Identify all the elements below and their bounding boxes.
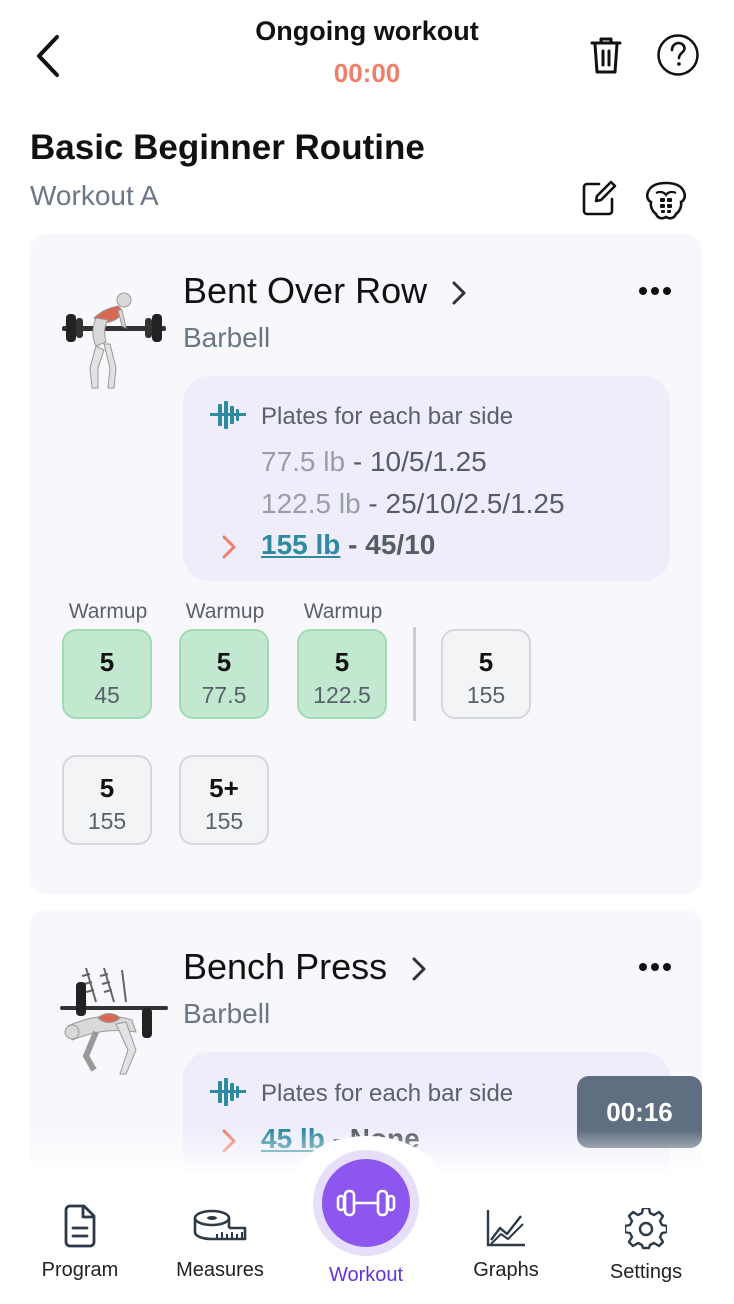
question-circle-icon [657,34,699,76]
set-weight: 122.5 [313,682,371,708]
plate-row-weight: 77.5 lb [261,446,346,477]
set-reps: 5 [99,647,115,677]
more-dots-icon [639,963,671,971]
plates-heading: Plates for each bar side [261,1080,514,1107]
dumbbell-icon [336,1189,396,1217]
exercise-more-button[interactable] [634,952,676,982]
set-weight: 45 [94,682,120,708]
barbell-plates-icon [210,1077,246,1107]
plate-row: 77.5 lb - 10/5/1.25 [261,446,487,478]
set-reps: 5+ [209,773,239,803]
set-reps: 5 [334,647,350,677]
help-button[interactable] [656,33,700,77]
plate-row-plates: 25/10/2.5/1.25 [385,488,565,519]
edit-icon [582,180,617,216]
set-button-warmup[interactable]: 5 45 [62,629,152,719]
more-dots-icon [639,287,671,295]
current-plate-weight-link[interactable]: 155 lb [261,529,340,560]
nav-label: Graphs [473,1259,539,1281]
nav-item-measures[interactable]: Measures [160,1208,280,1282]
plate-row-sep: - [360,488,386,519]
nav-label: Program [41,1259,119,1281]
nav-item-graphs[interactable]: Graphs [446,1208,566,1282]
set-weight: 155 [87,808,127,834]
workout-name: Workout A [30,180,159,211]
exercise-equipment: Barbell [183,998,271,1029]
document-icon [64,1204,96,1248]
exercise-image-bench-press [56,962,172,1075]
chevron-right-icon [452,281,466,305]
muscle-map-button[interactable] [644,178,688,222]
current-plate-row: 155 lb - 45/10 [261,529,435,561]
set-weight: 155 [466,682,506,708]
set-button-warmup[interactable]: 5 122.5 [297,629,387,719]
plate-row-sep: - [345,446,370,477]
set-reps: 5 [216,647,232,677]
set-button-warmup[interactable]: 5 77.5 [179,629,269,719]
exercise-more-button[interactable] [634,276,676,306]
set-button-amrap[interactable]: 5+ 155 [179,755,269,845]
exercise-name[interactable]: Bent Over Row [183,270,427,312]
nav-item-program[interactable]: Program [20,1204,140,1282]
set-label: Warmup [303,600,383,623]
set-reps: 5 [478,647,494,677]
warmup-divider [413,627,416,721]
set-reps: 5 [99,773,115,803]
nav-label-workout: Workout [328,1264,404,1286]
exercise-image-bent-over-row [56,288,172,398]
exercise-equipment: Barbell [183,322,271,353]
trash-icon [590,37,622,74]
set-label: Warmup [185,600,265,623]
muscle-body-icon [645,181,687,220]
exercise-details-button[interactable] [408,954,430,984]
nav-label: Settings [609,1261,683,1283]
current-plate-arrow-icon [220,534,238,560]
plates-heading: Plates for each bar side [261,403,514,430]
set-button[interactable]: 5 155 [441,629,531,719]
plate-row-plates: 10/5/1.25 [369,446,487,477]
delete-workout-button[interactable] [584,32,628,78]
plate-row-weight: 122.5 lb [261,488,361,519]
current-plate-plates: 45/10 [365,529,436,560]
chevron-right-icon [412,957,426,981]
set-button[interactable]: 5 155 [62,755,152,845]
exercise-name[interactable]: Bench Press [183,946,387,988]
gear-icon [623,1206,669,1250]
nav-item-workout[interactable] [322,1159,410,1247]
plate-row-sep: - [340,529,366,560]
routine-title: Basic Beginner Routine [30,128,425,167]
plate-row: 122.5 lb - 25/10/2.5/1.25 [261,488,565,520]
set-weight: 77.5 [201,682,247,708]
nav-label: Measures [176,1259,264,1281]
line-graph-icon [486,1210,525,1247]
set-weight: 155 [204,808,244,834]
edit-workout-button[interactable] [580,178,618,218]
nav-item-settings[interactable]: Settings [586,1206,706,1284]
set-label: Warmup [68,600,148,623]
tape-measure-icon [193,1209,247,1241]
barbell-plates-icon [210,400,246,430]
exercise-details-button[interactable] [448,278,470,308]
